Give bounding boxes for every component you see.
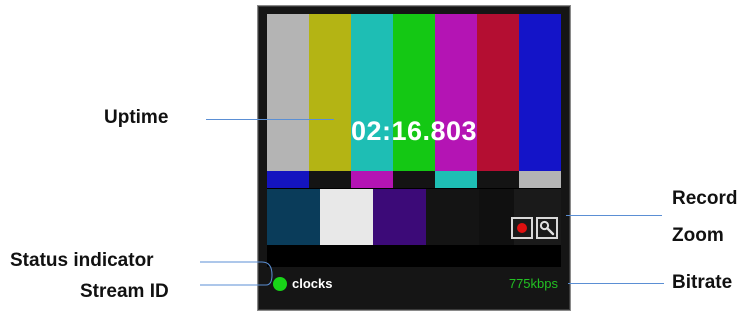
stream-id-label: clocks — [292, 276, 333, 291]
leader-line-record-zoom — [566, 215, 662, 216]
color-bar-1 — [309, 14, 351, 171]
leader-line-status — [200, 261, 273, 286]
color-bars — [267, 14, 561, 171]
color-bar-0 — [267, 14, 309, 171]
color-bar-3 — [393, 14, 435, 171]
color-bars-mid — [267, 171, 561, 188]
bitrate-label: 775kbps — [508, 276, 558, 291]
color-bar-5 — [477, 14, 519, 171]
color-block-4 — [479, 189, 514, 245]
callout-stream-id: Stream ID — [80, 281, 169, 302]
color-block-3 — [426, 189, 479, 245]
color-block-0 — [267, 189, 320, 245]
stream-tile[interactable]: 02:16.803 clocks 775kbps — [258, 6, 570, 310]
record-button[interactable] — [511, 217, 533, 239]
color-bar-2 — [351, 14, 393, 171]
leader-line-uptime — [206, 119, 334, 120]
mid-bar-0 — [267, 171, 309, 188]
color-block-2 — [373, 189, 426, 245]
color-block-1 — [320, 189, 373, 245]
mid-bar-4 — [435, 171, 477, 188]
mid-bar-1 — [309, 171, 351, 188]
magnifier-icon — [539, 220, 555, 236]
mid-bar-6 — [519, 171, 561, 188]
uptime-display: 02:16.803 — [350, 116, 478, 146]
zoom-button[interactable] — [536, 217, 558, 239]
leader-line-bitrate — [568, 283, 664, 284]
callout-status-indicator: Status indicator — [10, 250, 154, 271]
callout-bitrate: Bitrate — [672, 272, 733, 293]
mid-bar-3 — [393, 171, 435, 188]
mid-bar-2 — [351, 171, 393, 188]
video-preview[interactable]: 02:16.803 — [267, 14, 561, 267]
callout-record: Record — [672, 188, 738, 209]
callout-uptime: Uptime — [104, 107, 169, 128]
record-icon — [517, 223, 527, 233]
color-bar-6 — [519, 14, 561, 171]
mid-bar-5 — [477, 171, 519, 188]
color-bar-4 — [435, 14, 477, 171]
callout-zoom: Zoom — [672, 225, 724, 246]
